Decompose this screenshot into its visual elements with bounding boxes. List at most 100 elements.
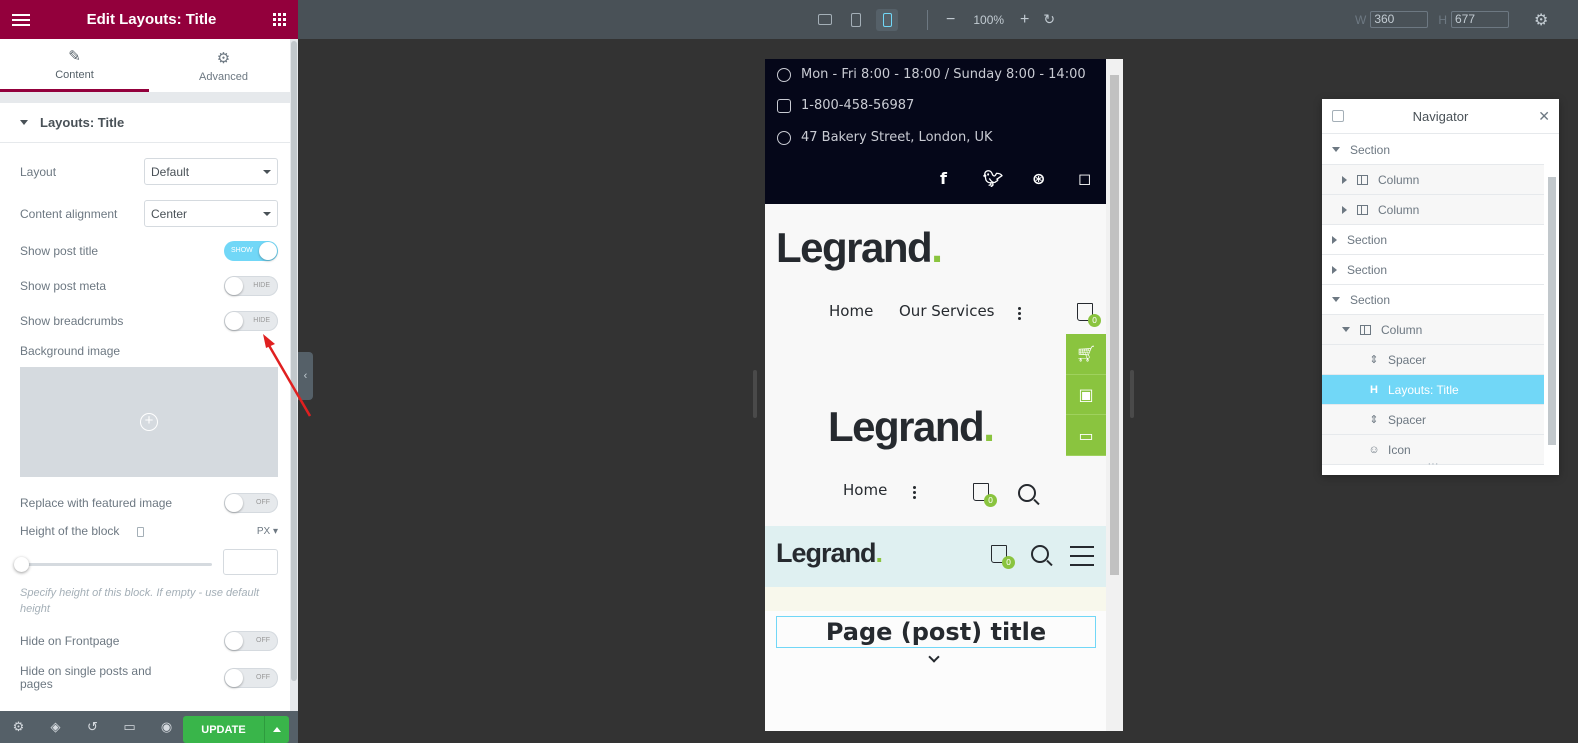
search-icon[interactable] [1018, 484, 1036, 502]
resize-handle-right[interactable] [1130, 370, 1134, 418]
navigator-scrollbar[interactable] [1547, 139, 1556, 459]
gallery-icon[interactable]: ▣ [1066, 375, 1106, 416]
update-button[interactable]: UPDATE [183, 716, 264, 743]
logo-medium[interactable]: Legrand. [828, 403, 995, 451]
pencil-icon: ✎ [68, 48, 81, 65]
control-layout: Layout Default [20, 158, 278, 185]
replace-featured-toggle[interactable]: OFF [224, 493, 278, 513]
cart-icon[interactable]: 0 [991, 545, 1015, 569]
control-content-alignment: Content alignment Center [20, 200, 278, 227]
resize-grip-icon[interactable]: ··· [1322, 459, 1544, 475]
phone-icon [777, 98, 791, 113]
cart-icon[interactable]: 0 [973, 483, 997, 507]
menu-icon[interactable] [12, 11, 30, 29]
caret-down-icon[interactable] [1332, 297, 1340, 302]
nav-link-home-2[interactable]: Home [843, 481, 887, 499]
caret-down-icon[interactable] [1332, 147, 1340, 152]
window-icon[interactable]: ▭ [1066, 415, 1106, 457]
navigator-item[interactable]: Section [1322, 225, 1544, 255]
phone-text: 1-800-458-56987 [801, 98, 915, 113]
nav-link-home[interactable]: Home [829, 302, 873, 320]
layout-select[interactable]: Default [144, 158, 278, 185]
twitter-icon[interactable]: 🐦︎ [983, 169, 1003, 188]
navigator-item[interactable]: ⇕ Spacer [1322, 345, 1544, 375]
show-breadcrumbs-toggle[interactable]: HIDE [224, 311, 278, 331]
section-toggle-layouts-title[interactable]: Layouts: Title [0, 103, 290, 143]
collapse-icon[interactable] [1332, 110, 1344, 122]
hours-text: Mon - Fri 8:00 - 18:00 / Sunday 8:00 - 1… [801, 67, 1086, 82]
mobile-icon [882, 12, 892, 27]
navigator-item[interactable]: Column [1322, 315, 1544, 345]
tab-content[interactable]: ✎ Content [0, 39, 149, 92]
preview-eye-icon[interactable]: ◉ [148, 719, 185, 735]
resize-handle-left[interactable] [753, 370, 757, 418]
history-icon[interactable]: ↺ [74, 719, 111, 735]
cart-count: 0 [1088, 314, 1101, 327]
navigator-item[interactable]: Section [1322, 135, 1544, 165]
logo-large[interactable]: Legrand. [776, 224, 943, 272]
navigator-item-label: Spacer [1388, 352, 1427, 367]
page-title-widget[interactable]: Page (post) title [776, 616, 1096, 648]
layout-label: Layout [20, 164, 57, 179]
close-icon[interactable]: ✕ [1538, 108, 1550, 125]
gear-icon[interactable]: ⚙ [1534, 0, 1548, 39]
show-post-title-toggle[interactable]: SHOW [224, 241, 278, 261]
zoom-in-icon[interactable]: + [1020, 11, 1029, 29]
hide-single-toggle[interactable]: OFF [224, 668, 278, 688]
settings-icon[interactable]: ⚙ [0, 719, 37, 735]
height-input[interactable]: 677 [1451, 11, 1509, 28]
caret-right-icon[interactable] [1332, 265, 1337, 274]
control-hide-frontpage: Hide on Frontpage OFF [20, 631, 278, 651]
layers-icon[interactable]: ◈ [37, 719, 74, 735]
navigator-item[interactable]: Section [1322, 255, 1544, 285]
caret-right-icon[interactable] [1342, 175, 1347, 184]
widgets-grid-icon[interactable] [272, 13, 286, 26]
navigator-header[interactable]: Navigator ✕ [1322, 99, 1559, 134]
background-image-picker[interactable]: + [20, 367, 278, 477]
hide-frontpage-toggle[interactable]: OFF [224, 631, 278, 651]
instagram-icon[interactable]: ◻ [1078, 169, 1091, 188]
editor-panel: Edit Layouts: Title ✎ Content ⚙ Advanced… [0, 0, 298, 743]
caret-right-icon[interactable] [1342, 205, 1347, 214]
mobile-view-button[interactable] [876, 8, 898, 31]
navigator-item[interactable]: Section [1322, 285, 1544, 315]
unit-select[interactable]: PX ▾ [257, 526, 278, 537]
navigator-item[interactable]: H Layouts: Title [1322, 375, 1544, 405]
content-alignment-value: Center [151, 206, 188, 221]
cart-shortcut-icon[interactable]: 🛒︎ [1066, 334, 1106, 375]
top-bar: − 100% + ↻ W 360 H 677 ⚙ [298, 0, 1578, 39]
navigator-item-label: Section [1347, 262, 1388, 277]
preview-scrollbar[interactable] [1106, 59, 1123, 731]
responsive-icon[interactable]: ▭ [111, 719, 148, 735]
topbar-section: Mon - Fri 8:00 - 18:00 / Sunday 8:00 - 1… [765, 59, 1106, 204]
caret-down-icon[interactable] [1342, 327, 1350, 332]
height-slider[interactable] [14, 554, 212, 574]
cart-icon[interactable]: 0 [1077, 303, 1101, 327]
show-breadcrumbs-label: Show breadcrumbs [20, 314, 124, 328]
hamburger-menu-icon[interactable] [1070, 546, 1094, 573]
tablet-view-button[interactable] [845, 9, 867, 31]
navigator-item[interactable]: Column [1322, 195, 1544, 225]
more-menu-icon[interactable] [913, 486, 916, 501]
facebook-icon[interactable]: f [940, 169, 947, 188]
more-menu-icon[interactable] [1018, 307, 1021, 322]
zoom-out-icon[interactable]: − [946, 11, 955, 29]
content-alignment-select[interactable]: Center [144, 200, 278, 227]
logo-small[interactable]: Legrand. [776, 538, 883, 569]
caret-right-icon[interactable] [1332, 235, 1337, 244]
dribbble-icon[interactable]: ⊛ [1032, 169, 1045, 188]
caret-down-icon [20, 120, 28, 125]
slider-handle[interactable] [14, 557, 29, 572]
update-options-button[interactable] [264, 716, 289, 743]
search-icon[interactable] [1031, 545, 1049, 563]
show-post-meta-toggle[interactable]: HIDE [224, 276, 278, 296]
nav-link-services[interactable]: Our Services [899, 302, 995, 320]
height-number-input[interactable] [223, 549, 278, 575]
desktop-view-button[interactable] [814, 9, 836, 31]
navigator-item[interactable]: ⇕ Spacer [1322, 405, 1544, 435]
tab-advanced[interactable]: ⚙ Advanced [149, 39, 298, 92]
reset-zoom-icon[interactable]: ↻ [1043, 11, 1055, 28]
navigator-item[interactable]: Column [1322, 165, 1544, 195]
width-input[interactable]: 360 [1370, 11, 1429, 28]
tab-content-label: Content [55, 69, 94, 81]
